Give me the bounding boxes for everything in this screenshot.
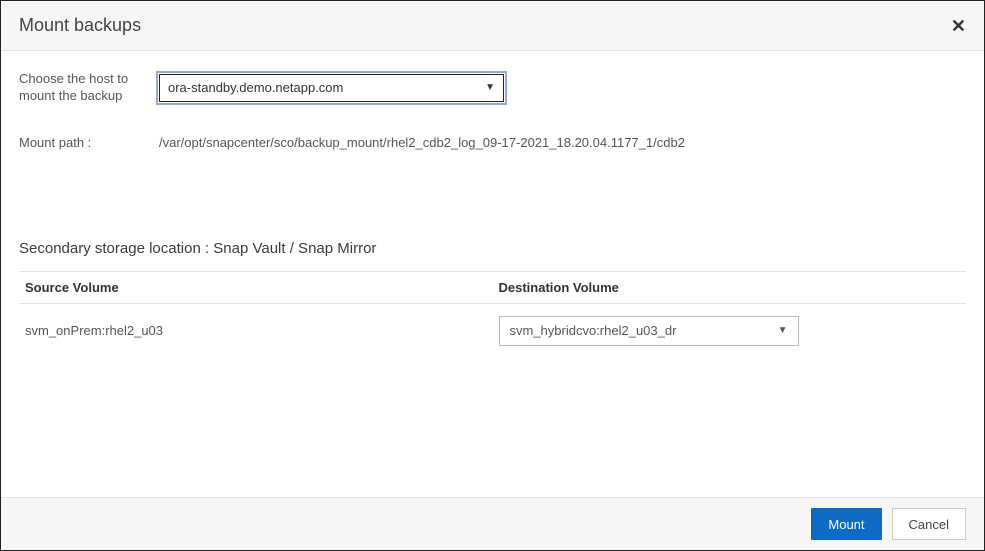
source-volume-cell: svm_onPrem:rhel2_u03 <box>19 303 493 358</box>
host-row: Choose the host to mount the backup ora-… <box>19 71 966 105</box>
dialog-header: Mount backups ✕ <box>1 1 984 51</box>
host-select-value: ora-standby.demo.netapp.com <box>168 80 343 95</box>
col-destination: Destination Volume <box>493 271 967 303</box>
close-icon[interactable]: ✕ <box>951 17 966 35</box>
dialog-title: Mount backups <box>19 15 141 36</box>
secondary-heading: Secondary storage location : Snap Vault … <box>19 240 966 257</box>
col-source: Source Volume <box>19 271 493 303</box>
host-label-line2: mount the backup <box>19 88 122 103</box>
chevron-down-icon: ▼ <box>778 325 788 336</box>
host-label-line1: Choose the host to <box>19 71 128 86</box>
dialog-body: Choose the host to mount the backup ora-… <box>1 51 984 358</box>
dialog-footer: Mount Cancel <box>1 497 984 550</box>
cancel-button[interactable]: Cancel <box>892 508 966 540</box>
mount-path-value: /var/opt/snapcenter/sco/backup_mount/rhe… <box>159 135 685 150</box>
table-row: svm_onPrem:rhel2_u03 svm_hybridcvo:rhel2… <box>19 303 966 358</box>
destination-select[interactable]: svm_hybridcvo:rhel2_u03_dr ▼ <box>499 316 799 346</box>
host-select[interactable]: ora-standby.demo.netapp.com ▼ <box>159 74 504 102</box>
mount-button[interactable]: Mount <box>811 508 881 540</box>
host-label: Choose the host to mount the backup <box>19 71 159 105</box>
destination-volume-cell: svm_hybridcvo:rhel2_u03_dr ▼ <box>493 303 967 358</box>
chevron-down-icon: ▼ <box>485 82 495 93</box>
volume-table: Source Volume Destination Volume svm_onP… <box>19 271 966 358</box>
destination-select-value: svm_hybridcvo:rhel2_u03_dr <box>510 323 677 338</box>
mount-path-label: Mount path : <box>19 135 159 150</box>
mount-path-row: Mount path : /var/opt/snapcenter/sco/bac… <box>19 135 966 150</box>
